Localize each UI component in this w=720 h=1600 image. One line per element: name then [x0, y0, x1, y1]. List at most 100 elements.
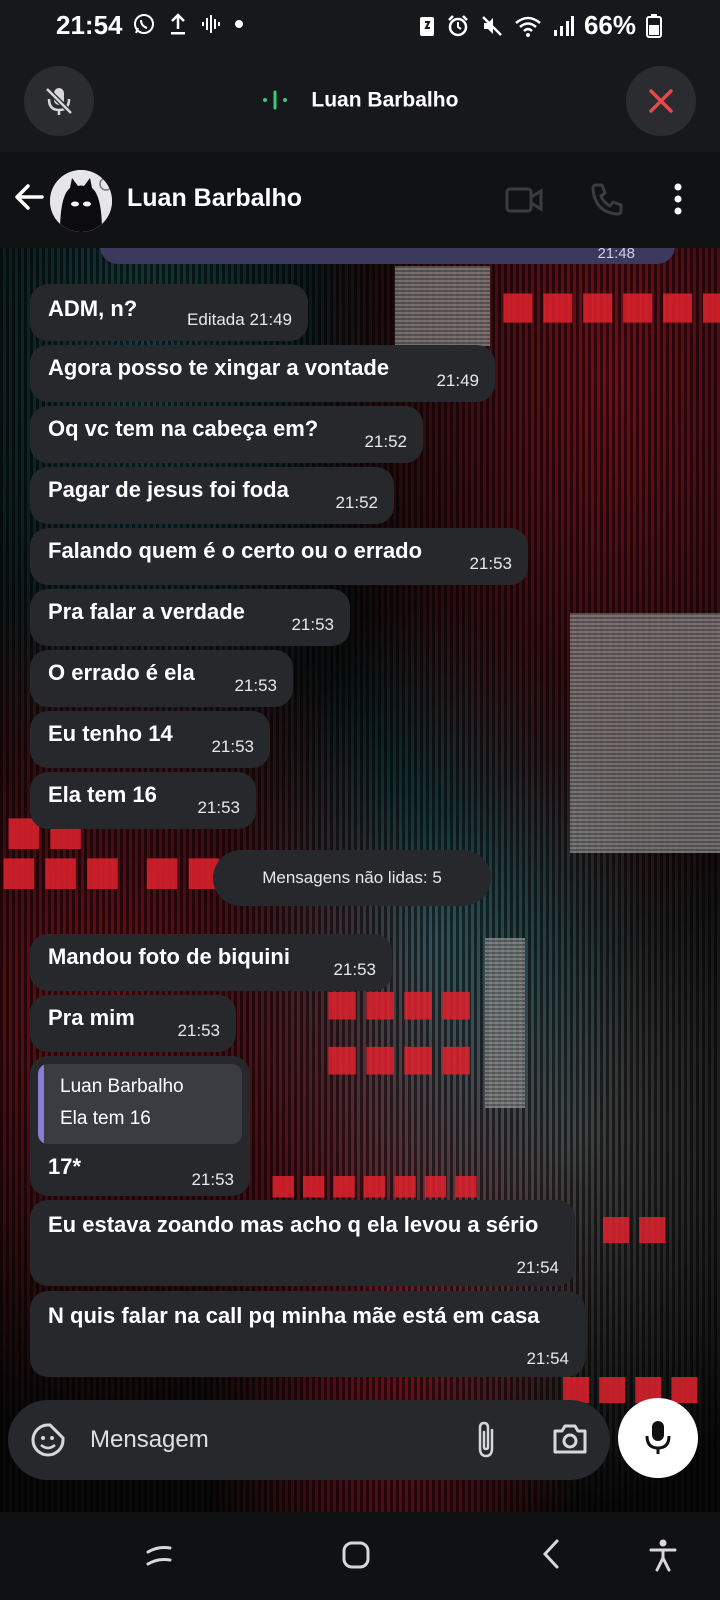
message-bubble[interactable]: N quis falar na call pq minha mãe está e… — [30, 1291, 585, 1377]
unread-messages-label: Mensagens não lidas: 5 — [262, 868, 442, 887]
outgoing-message-partial[interactable]: 21:48 — [100, 248, 675, 264]
message-bubble[interactable]: Eu estava zoando mas acho q ela levou a … — [30, 1200, 575, 1286]
voice-call-icon[interactable] — [590, 182, 624, 216]
message-text: Eu estava zoando mas acho q ela levou a … — [48, 1212, 539, 1237]
message-time: 21:54 — [526, 1349, 569, 1368]
message-text: ADM, n? — [48, 296, 138, 321]
video-call-icon[interactable] — [505, 184, 543, 216]
contact-avatar[interactable] — [50, 170, 112, 232]
call-contact-name: Luan Barbalho — [311, 88, 459, 112]
message-time: 21:53 — [197, 798, 240, 817]
message-time: 21:52 — [364, 432, 407, 451]
system-navigation-bar — [0, 1512, 720, 1600]
avatar-image — [50, 170, 112, 232]
message-time: 21:53 — [191, 1170, 234, 1189]
quoted-message[interactable]: Luan Barbalho Ela tem 16 — [38, 1064, 242, 1144]
mute-icon — [482, 15, 502, 36]
voice-message-button[interactable] — [618, 1398, 698, 1478]
quoted-text: Ela tem 16 — [60, 1108, 151, 1129]
wallpaper-pattern — [570, 613, 720, 853]
message-bubble[interactable]: Oq vc tem na cabeça em? 21:52 — [30, 406, 423, 463]
message-time: 21:53 — [211, 737, 254, 756]
message-text: Pra falar a verdade — [48, 599, 245, 624]
call-title[interactable]: Luan Barbalho — [0, 88, 720, 112]
whatsapp-icon — [134, 14, 154, 34]
quote-accent-bar — [38, 1064, 44, 1144]
nav-back-icon[interactable] — [541, 1538, 561, 1570]
call-activity-icon — [262, 90, 287, 110]
status-bar: 21:54 66% — [0, 0, 720, 52]
chat-messages-area[interactable]: ■■■■■■ ■■ ■■■ ■■ ■■■■ ■■■■ ■■■■■■■ ■■ ■■… — [0, 248, 720, 1512]
message-text: Eu tenho 14 — [48, 721, 173, 746]
sticker-emoji-icon[interactable] — [30, 1422, 66, 1458]
message-text: N quis falar na call pq minha mãe está e… — [48, 1303, 540, 1328]
battery-saver-icon — [419, 16, 434, 36]
message-bubble[interactable]: Pra mim 21:53 — [30, 995, 236, 1052]
contact-name[interactable]: Luan Barbalho — [127, 184, 302, 213]
end-call-button[interactable] — [626, 66, 696, 136]
message-time: 21:49 — [436, 371, 479, 390]
message-text: O errado é ela — [48, 660, 195, 685]
wallpaper-pattern — [485, 938, 525, 1108]
wallpaper-glyphs: ■■■■ — [325, 1038, 478, 1079]
status-system-icons: 66% — [418, 10, 662, 41]
message-bubble[interactable]: Falando quem é o certo ou o errado 21:53 — [30, 528, 528, 585]
wifi-icon — [515, 16, 541, 37]
recent-apps-icon[interactable] — [144, 1542, 174, 1570]
message-bubble[interactable]: ADM, n? Editada 21:49 — [30, 284, 308, 341]
message-bubble[interactable]: O errado é ela 21:53 — [30, 650, 293, 707]
message-bubble[interactable]: Agora posso te xingar a vontade 21:49 — [30, 345, 495, 402]
signal-icon — [553, 15, 574, 36]
quoted-sender: Luan Barbalho — [60, 1076, 184, 1097]
message-bubble[interactable]: Ela tem 16 21:53 — [30, 772, 256, 829]
wallpaper-glyphs: ■■■ ■■ — [0, 848, 227, 894]
message-time: 21:53 — [234, 676, 277, 695]
battery-icon — [646, 13, 662, 38]
message-text: Pra mim — [48, 1005, 135, 1030]
message-text: Oq vc tem na cabeça em? — [48, 416, 319, 441]
edited-label: Editada — [187, 310, 245, 329]
wallpaper-glyphs: ■■■■■■■ — [270, 1168, 484, 1201]
message-text: Mandou foto de biquini — [48, 944, 290, 969]
message-time: 21:53 — [469, 554, 512, 573]
message-time: 21:48 — [597, 248, 635, 262]
accessibility-icon[interactable] — [648, 1538, 678, 1572]
message-input[interactable] — [90, 1422, 460, 1458]
microphone-icon — [645, 1421, 671, 1454]
attach-icon[interactable] — [474, 1420, 498, 1460]
ongoing-call-bar[interactable]: Luan Barbalho — [0, 52, 720, 152]
back-arrow-icon[interactable] — [12, 180, 46, 214]
message-bubble[interactable]: Pagar de jesus foi foda 21:52 — [30, 467, 394, 524]
audio-wave-icon — [202, 15, 220, 33]
message-text: Pagar de jesus foi foda — [48, 477, 289, 502]
message-text: Agora posso te xingar a vontade — [48, 355, 390, 380]
more-options-icon[interactable] — [672, 182, 684, 216]
camera-icon[interactable] — [551, 1422, 589, 1456]
status-time: 21:54 — [56, 10, 123, 40]
reply-message-bubble[interactable]: Luan Barbalho Ela tem 16 17* 21:53 — [30, 1056, 250, 1196]
wallpaper-glyphs: ■■ — [600, 1208, 673, 1248]
alarm-icon — [448, 14, 468, 36]
wallpaper-pattern — [395, 266, 490, 346]
message-text: Falando quem é o certo ou o errado — [48, 538, 423, 563]
status-notification-icons — [132, 12, 244, 36]
message-bubble[interactable]: Pra falar a verdade 21:53 — [30, 589, 350, 646]
message-time: 21:53 — [177, 1021, 220, 1040]
message-bubble[interactable]: Mandou foto de biquini 21:53 — [30, 934, 392, 991]
message-time: 21:53 — [291, 615, 334, 634]
wallpaper-glyphs: ■■■■■■ — [500, 283, 720, 327]
message-bubble[interactable]: Eu tenho 14 21:53 — [30, 711, 270, 768]
message-text: Ela tem 16 — [48, 782, 157, 807]
battery-percent: 66% — [583, 10, 636, 40]
unread-messages-divider: Mensagens não lidas: 5 — [213, 850, 491, 906]
upload-icon — [171, 13, 185, 35]
home-icon[interactable] — [341, 1540, 371, 1570]
message-time: 21:54 — [516, 1258, 559, 1277]
chat-header: Luan Barbalho — [0, 152, 720, 248]
message-text: 17* — [48, 1154, 82, 1179]
message-time: Editada 21:49 — [187, 310, 292, 330]
message-time: 21:52 — [335, 493, 378, 512]
close-icon — [649, 89, 673, 113]
message-time: 21:53 — [333, 960, 376, 979]
message-time-value: 21:49 — [249, 310, 292, 329]
